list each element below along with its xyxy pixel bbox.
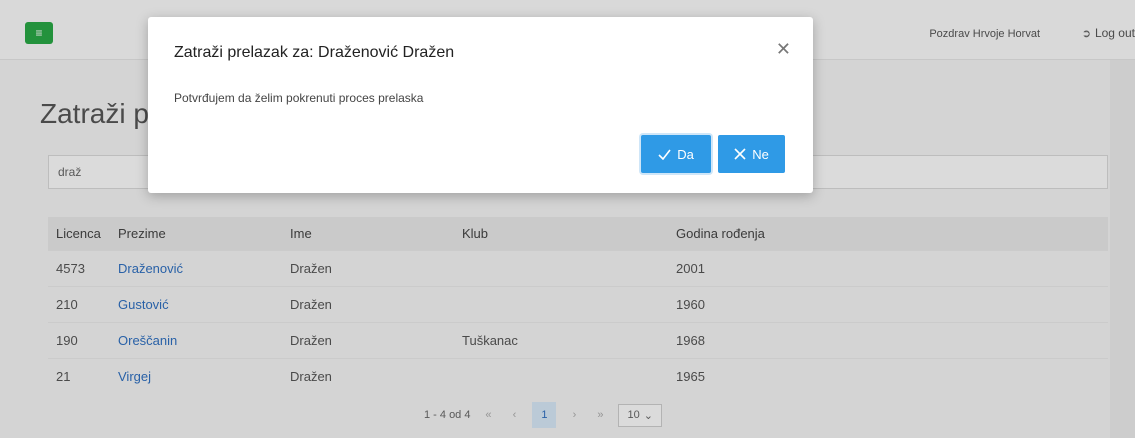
confirm-no-label: Ne [752, 146, 769, 162]
transfer-request-modal: Zatraži prelazak za: Draženović Dražen ✕… [148, 17, 813, 193]
confirm-yes-label: Da [677, 146, 694, 162]
check-icon [658, 149, 671, 160]
modal-title: Zatraži prelazak za: Draženović Dražen [174, 44, 455, 61]
modal-body-text: Potvrđujem da želim pokrenuti proces pre… [174, 91, 424, 105]
close-icon[interactable]: ✕ [776, 39, 791, 60]
confirm-no-button[interactable]: Ne [718, 135, 785, 173]
close-icon [734, 148, 746, 160]
confirm-yes-button[interactable]: Da [641, 135, 711, 173]
